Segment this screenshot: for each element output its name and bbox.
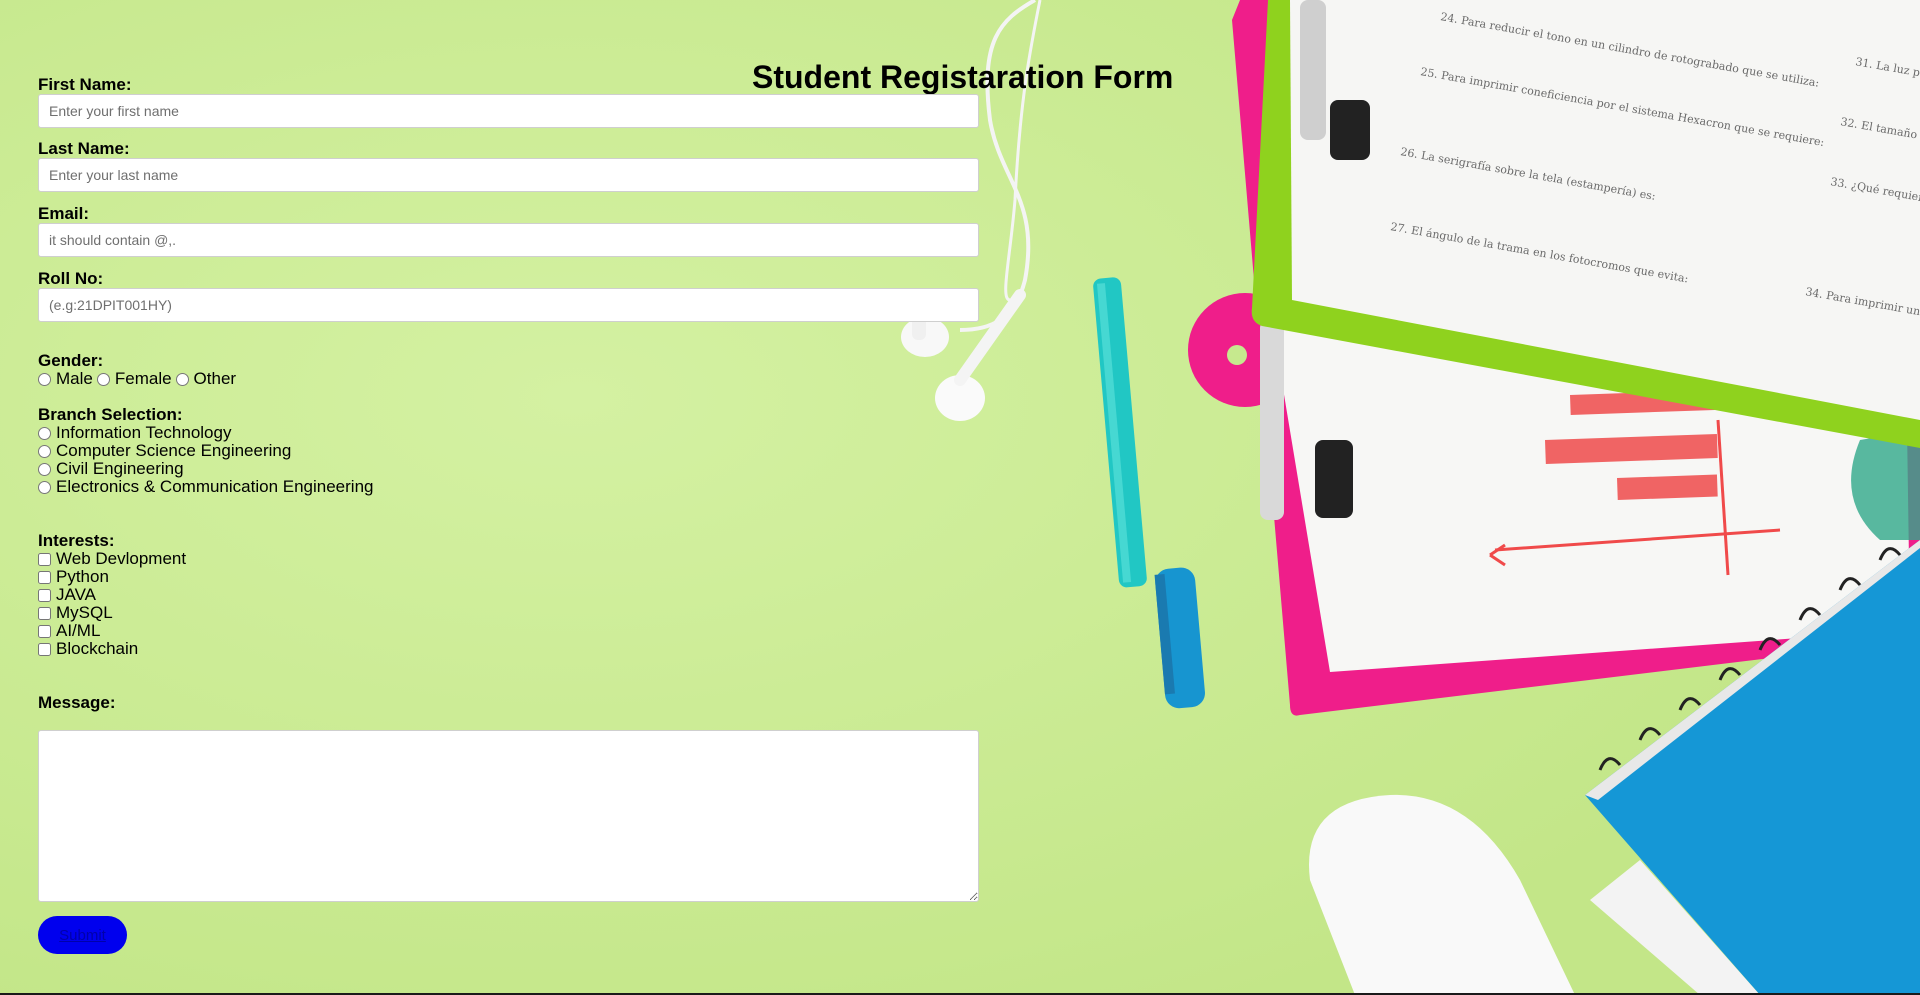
gender-radio-other[interactable] <box>175 372 189 386</box>
interest-option-web[interactable]: Web Devlopment <box>38 549 186 569</box>
gender-radio-female[interactable] <box>96 372 110 386</box>
mouse-decoration <box>1309 794 1575 995</box>
last-name-label: Last Name: <box>38 139 130 158</box>
page-title: Student Registaration Form <box>752 59 1174 96</box>
submit-button[interactable]: Submit <box>38 916 127 954</box>
gender-option-male[interactable]: Male <box>38 369 93 389</box>
notebook-decoration <box>1585 540 1920 995</box>
interest-checkbox-blockchain[interactable] <box>38 642 51 656</box>
pen-decoration <box>1093 277 1205 709</box>
interest-option-mysql[interactable]: MySQL <box>38 603 113 623</box>
branch-radio-it[interactable] <box>38 426 51 440</box>
first-name-input[interactable] <box>38 94 979 128</box>
branch-radio-civil[interactable] <box>38 462 51 476</box>
roll-no-label: Roll No: <box>38 269 104 288</box>
interest-checkbox-mysql[interactable] <box>38 606 51 620</box>
gender-option-female[interactable]: Female <box>96 369 172 389</box>
gender-radio-male[interactable] <box>38 372 51 386</box>
pink-clipboard-decoration <box>1188 0 1920 716</box>
interest-option-java[interactable]: JAVA <box>38 585 96 605</box>
svg-text:27. El ángulo de la trama en l: 27. El ángulo de la trama en los fotocro… <box>1389 220 1689 285</box>
email-input[interactable] <box>38 223 979 257</box>
gender-options: Male Female Other <box>38 369 240 389</box>
svg-text:33. ¿Qué requiere un: 33. ¿Qué requiere un <box>1829 175 1920 208</box>
interest-checkbox-python[interactable] <box>38 570 51 584</box>
email-label: Email: <box>38 204 90 223</box>
message-textarea[interactable] <box>38 730 979 902</box>
branch-option-cse[interactable]: Computer Science Engineering <box>38 441 291 461</box>
svg-text:31. La luz para: 31. La luz para <box>1854 55 1920 82</box>
svg-text:32. El tamaño del: 32. El tamaño del <box>1839 115 1920 145</box>
roll-no-input[interactable] <box>38 288 979 322</box>
branch-option-ece[interactable]: Electronics & Communication Engineering <box>38 477 374 497</box>
svg-text:24. Para reducir el tono en un: 24. Para reducir el tono en un cilindro … <box>1439 10 1820 90</box>
branch-label: Branch Selection: <box>38 405 183 424</box>
green-clipboard-decoration: 24. Para reducir el tono en un cilindro … <box>1251 0 1920 448</box>
interest-checkbox-web[interactable] <box>38 552 51 566</box>
gender-option-other[interactable]: Other <box>175 369 236 389</box>
first-name-label: First Name: <box>38 75 132 94</box>
svg-text:34. Para imprimir un papel: 34. Para imprimir un papel <box>1804 285 1920 324</box>
branch-option-civil[interactable]: Civil Engineering <box>38 459 184 479</box>
branch-radio-cse[interactable] <box>38 444 51 458</box>
interest-checkbox-java[interactable] <box>38 588 51 602</box>
gender-label: Gender: <box>38 351 104 370</box>
branch-option-it[interactable]: Information Technology <box>38 423 231 443</box>
interests-label: Interests: <box>38 531 115 550</box>
interest-option-aiml[interactable]: AI/ML <box>38 621 100 641</box>
branch-radio-ece[interactable] <box>38 480 51 494</box>
interest-option-python[interactable]: Python <box>38 567 109 587</box>
svg-text:25. Para imprimir coneficienci: 25. Para imprimir coneficiencia por el s… <box>1419 65 1825 149</box>
svg-text:26. La serigrafía sobre la tel: 26. La serigrafía sobre la tela (estampe… <box>1399 145 1656 203</box>
interest-option-blockchain[interactable]: Blockchain <box>38 639 138 659</box>
last-name-input[interactable] <box>38 158 979 192</box>
message-label: Message: <box>38 693 116 712</box>
interest-checkbox-aiml[interactable] <box>38 624 51 638</box>
